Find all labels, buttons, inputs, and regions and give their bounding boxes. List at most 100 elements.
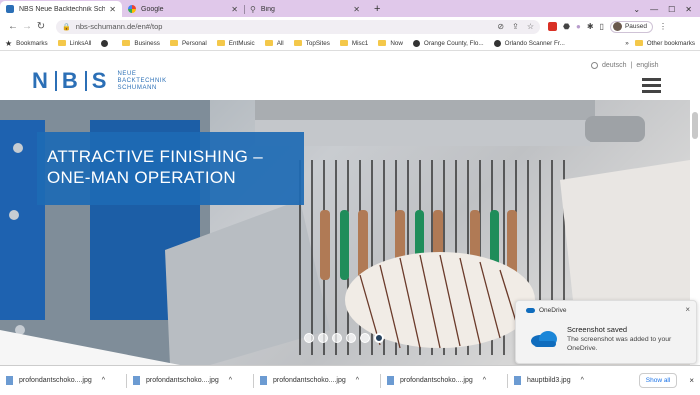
download-item[interactable]: hauptbild3.jpg ^ (514, 376, 614, 385)
chevron-up-icon[interactable]: ^ (102, 377, 105, 384)
extension-tag-icon[interactable]: ⬣ (563, 22, 570, 31)
tab-nbs[interactable]: NBS Neue Backtechnik Schuman ✕ (0, 1, 122, 17)
bookmark-item[interactable]: Misc1 (339, 39, 369, 47)
logo-letters: N B S (32, 68, 108, 94)
slider-dot-active[interactable] (374, 333, 384, 343)
tracking-off-icon[interactable]: ⊘ (497, 22, 504, 31)
divider (126, 373, 127, 388)
lock-icon[interactable]: 🔒 (62, 23, 71, 31)
toast-title: Screenshot saved (567, 325, 628, 334)
bookmark-label: Now (390, 39, 403, 47)
bookmark-item[interactable]: Personal (169, 39, 207, 47)
bookmark-item[interactable]: ★ Bookmarks (5, 39, 48, 48)
folder-icon (169, 40, 178, 46)
bookmark-item[interactable]: LinksAll (57, 40, 91, 47)
download-filename: hauptbild3.jpg (527, 377, 571, 384)
bookmark-item[interactable]: Orange County, Flo... (412, 39, 484, 47)
share-icon[interactable]: ⇪ (512, 22, 519, 31)
more-bookmarks-button[interactable]: » (625, 40, 629, 47)
bookmark-label: Misc1 (351, 39, 369, 47)
bookmark-item[interactable]: Now (378, 40, 403, 47)
folder-icon (122, 40, 131, 46)
bookmark-label: All (276, 39, 284, 47)
tab-bing[interactable]: ⚲ Bing ✕ (244, 1, 366, 17)
show-all-button[interactable]: Show all (638, 373, 678, 388)
chevron-up-icon[interactable]: ^ (483, 377, 486, 384)
globe-icon (101, 39, 109, 47)
hero-title-box: ATTRACTIVE FINISHING – ONE-MAN OPERATION (37, 132, 304, 205)
onedrive-notification[interactable]: OneDrive × Screenshot saved The screensh… (515, 300, 697, 364)
divider (507, 373, 508, 388)
side-panel-icon[interactable]: ▯ (600, 22, 604, 31)
close-tab-icon[interactable]: ✕ (353, 5, 360, 14)
tab-google[interactable]: Google ✕ (122, 1, 244, 17)
download-item[interactable]: profondantschoko....jpg ^ (6, 376, 126, 385)
divider (380, 373, 381, 388)
toast-close-icon[interactable]: × (685, 305, 690, 314)
address-bar[interactable]: 🔒 nbs-schumann.de/en#/top ⊘ ⇪ ☆ (56, 19, 540, 34)
logo-sub-line: SCHUMANN (117, 84, 157, 91)
menu-kebab-icon[interactable]: ⋮ (659, 22, 667, 31)
extensions-puzzle-icon[interactable]: ✱ (587, 22, 594, 31)
maximize-icon[interactable]: ☐ (668, 5, 675, 14)
close-downloads-icon[interactable]: × (689, 376, 694, 385)
download-item[interactable]: profondantschoko....jpg ^ (387, 376, 507, 385)
image-file-icon (260, 376, 267, 385)
new-tab-button[interactable]: + (374, 1, 380, 17)
bookmark-item[interactable]: All (264, 39, 284, 47)
slider-dot[interactable] (360, 333, 370, 343)
minimize-icon[interactable]: — (650, 5, 658, 14)
chevron-up-icon[interactable]: ^ (229, 377, 232, 384)
toast-header: OneDrive (526, 307, 566, 314)
logo-letter: S (91, 68, 109, 93)
language-switcher: deutsch | english (591, 62, 659, 69)
profile-status: Paused (624, 23, 647, 30)
scrollbar-thumb[interactable] (692, 112, 698, 139)
logo-divider (54, 71, 57, 91)
bookmark-item[interactable]: TopSites (293, 40, 330, 47)
window-close-icon[interactable]: ✕ (685, 5, 692, 14)
globe-icon (591, 62, 598, 69)
bookmark-star-icon[interactable]: ☆ (527, 22, 534, 31)
reload-icon[interactable]: ↻ (34, 21, 48, 32)
toast-body: The screenshot was added to your OneDriv… (567, 336, 672, 352)
tab-strip: NBS Neue Backtechnik Schuman ✕ Google ✕ … (0, 0, 700, 17)
slider-dot[interactable] (346, 333, 356, 343)
bookmark-label: Other bookmarks (646, 39, 695, 47)
download-item[interactable]: profondantschoko....jpg ^ (133, 376, 253, 385)
toast-app-name: OneDrive (539, 307, 567, 314)
profile-button[interactable]: Paused (609, 20, 653, 33)
back-icon[interactable]: ← (6, 21, 20, 32)
bookmark-item[interactable]: EntMusic (216, 40, 255, 47)
bookmark-item[interactable]: Business (122, 40, 160, 47)
lang-english-link[interactable]: english (636, 62, 658, 69)
download-item[interactable]: profondantschoko....jpg ^ (260, 376, 380, 385)
slider-dot[interactable] (332, 333, 342, 343)
chevron-up-icon[interactable]: ^ (581, 377, 584, 384)
close-tab-icon[interactable]: ✕ (109, 5, 116, 14)
bookmark-label: Personal (181, 39, 207, 47)
folder-icon (339, 40, 348, 46)
bookmark-item[interactable] (101, 39, 112, 47)
close-tab-icon[interactable]: ✕ (231, 5, 238, 14)
other-bookmarks[interactable]: Other bookmarks (634, 39, 695, 47)
tab-label: Bing (260, 5, 275, 13)
slider-dot[interactable] (304, 333, 314, 343)
browser-toolbar: ← → ↻ 🔒 nbs-schumann.de/en#/top ⊘ ⇪ ☆ ⬣ … (0, 17, 700, 36)
chevron-up-icon[interactable]: ^ (356, 377, 359, 384)
image-file-icon (133, 376, 140, 385)
image-file-icon (387, 376, 394, 385)
url-text: nbs-schumann.de/en#/top (75, 22, 163, 31)
hamburger-menu-icon[interactable] (642, 78, 661, 96)
extension-red-icon[interactable] (548, 22, 557, 31)
bookmark-item[interactable]: Orlando Scanner Fr... (493, 39, 565, 47)
extension-circle-icon[interactable]: ● (576, 22, 581, 31)
bookmark-label: Business (134, 39, 160, 47)
tab-search-icon[interactable]: ⌄ (633, 5, 640, 14)
forward-icon[interactable]: → (20, 21, 34, 32)
lang-deutsch-link[interactable]: deutsch (602, 62, 627, 69)
nbs-logo[interactable]: N B S NEUE BACKTECHNIK SCHUMANN (32, 68, 167, 94)
slider-dots (304, 333, 384, 343)
divider (253, 373, 254, 388)
slider-dot[interactable] (318, 333, 328, 343)
